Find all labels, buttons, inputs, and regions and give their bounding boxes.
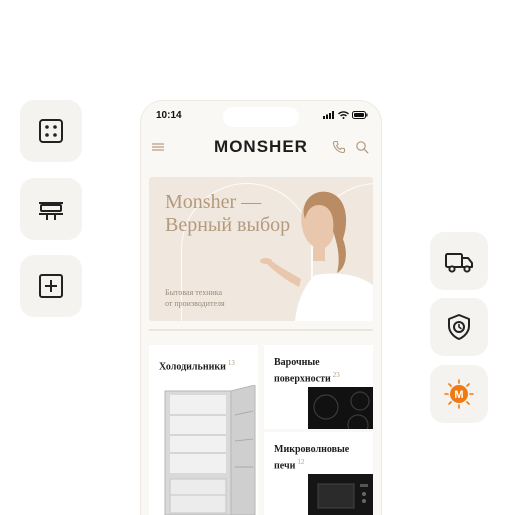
grid-dots-icon xyxy=(39,119,63,143)
shield-clock-icon xyxy=(448,314,470,340)
category-count: 13 xyxy=(227,359,235,367)
phone-mockup: 10:14 MONSHER Monsher — Верный выбор Быт… xyxy=(141,101,381,515)
hero-banner[interactable]: Monsher — Верный выбор Бытовая техника о… xyxy=(149,177,373,321)
cooktop-icon xyxy=(39,202,63,220)
feature-tile-delivery xyxy=(430,232,488,290)
category-title: Холодильники 13 xyxy=(159,359,235,373)
category-count: 23 xyxy=(332,371,340,379)
cooktop-image xyxy=(308,387,373,429)
plus-square-icon xyxy=(39,274,63,298)
wifi-icon xyxy=(338,111,349,119)
hero-title: Monsher — Верный выбор xyxy=(165,191,291,236)
hero-subtitle: Бытовая техника от производителя xyxy=(165,288,225,308)
app-header: MONSHER xyxy=(141,131,381,165)
category-card-microwaves[interactable]: Микроволновые печи 12 xyxy=(264,432,373,515)
category-title: Микроволновые печи 12 xyxy=(274,444,350,472)
status-bar: 10:14 xyxy=(141,101,381,131)
section-divider xyxy=(149,329,373,331)
signal-icon xyxy=(323,111,334,119)
phone-icon[interactable] xyxy=(332,140,346,154)
fridge-image xyxy=(164,385,256,515)
feature-tile-brand: M xyxy=(430,365,488,423)
search-icon[interactable] xyxy=(355,140,369,154)
feature-tile-warranty xyxy=(430,298,488,356)
phone-notch xyxy=(223,107,299,127)
feature-tile-hob xyxy=(20,178,82,240)
category-card-fridges[interactable]: Холодильники 13 xyxy=(149,345,258,515)
category-count: 12 xyxy=(297,458,305,466)
status-time: 10:14 xyxy=(156,110,182,121)
badge-letter: M xyxy=(454,389,463,401)
feature-tile-dots xyxy=(20,100,82,162)
category-title: Варочные поверхности 23 xyxy=(274,357,340,385)
microwave-image xyxy=(308,474,373,515)
monsher-badge-icon: M xyxy=(444,379,474,409)
truck-icon xyxy=(445,253,473,273)
status-icons xyxy=(323,111,368,119)
feature-tile-plus xyxy=(20,255,82,317)
category-card-hobs[interactable]: Варочные поверхности 23 xyxy=(264,345,373,429)
battery-icon xyxy=(352,111,368,119)
